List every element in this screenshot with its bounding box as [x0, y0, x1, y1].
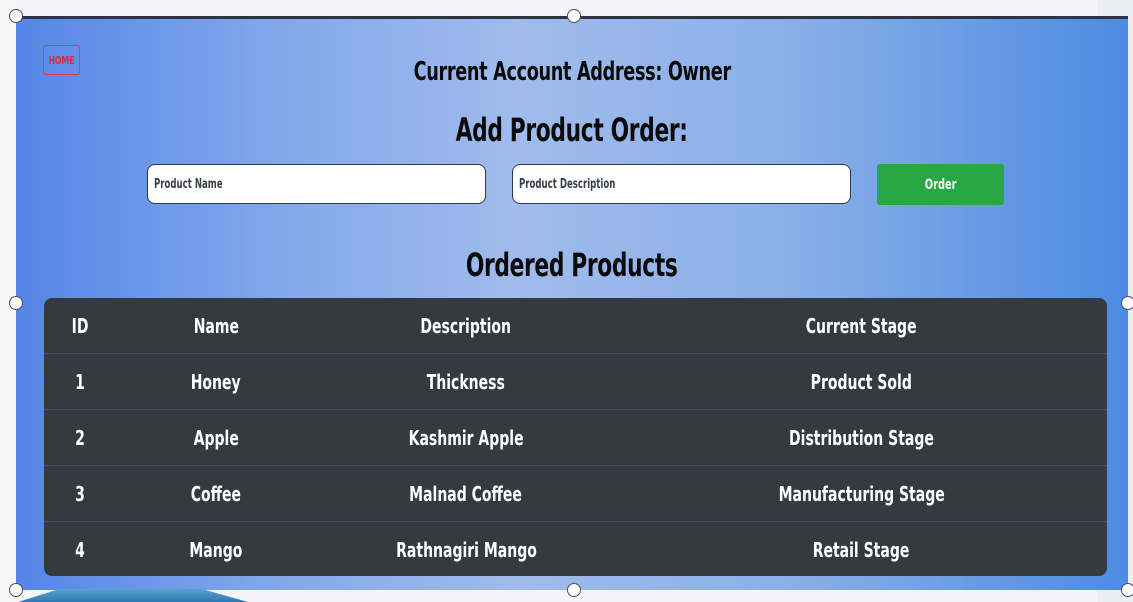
cell-name: Honey: [116, 353, 316, 410]
cell-description-text: Malnad Coffee: [409, 481, 523, 506]
product-description-placeholder: Product Description: [519, 176, 616, 192]
ordered-products-heading-text: Ordered Products: [466, 246, 678, 284]
cell-id: 4: [44, 522, 116, 577]
cell-description: Rathnagiri Mango: [316, 522, 616, 577]
column-header-name: Name: [116, 298, 316, 354]
account-heading: Current Account Address: Owner: [16, 57, 1128, 87]
cell-stage-text: Product Sold: [810, 369, 913, 394]
cell-id-text: 1: [75, 369, 85, 394]
cell-description: Malnad Coffee: [316, 465, 616, 522]
ordered-products-table: ID Name Description Current Stage 1 Hone…: [44, 298, 1107, 576]
slide-frame[interactable]: HOME Current Account Address: Owner Add …: [16, 16, 1128, 590]
editor-canvas: HOME Current Account Address: Owner Add …: [0, 0, 1133, 602]
column-header-description: Description: [316, 298, 616, 354]
cell-name-text: Coffee: [190, 481, 242, 506]
cell-name: Mango: [116, 522, 316, 577]
table-row: 1 Honey Thickness Product Sold: [44, 353, 1107, 410]
product-name-placeholder: Product Name: [154, 176, 223, 192]
cell-description-text: Kashmir Apple: [408, 425, 524, 450]
cell-stage-text: Distribution Stage: [789, 425, 934, 450]
cell-description-text: Thickness: [426, 369, 506, 394]
column-header-id-label: ID: [71, 313, 89, 338]
cell-id: 2: [44, 409, 116, 466]
cell-id: 3: [44, 465, 116, 522]
cell-name-text: Mango: [189, 537, 243, 562]
cell-description: Thickness: [316, 353, 616, 410]
product-name-input[interactable]: Product Name: [147, 164, 486, 204]
order-button-label: Order: [924, 176, 957, 193]
cell-stage-text: Retail Stage: [813, 537, 910, 562]
table-row: 2 Apple Kashmir Apple Distribution Stage: [44, 409, 1107, 466]
cell-description-text: Rathnagiri Mango: [395, 537, 537, 562]
table-header-row: ID Name Description Current Stage: [44, 298, 1107, 354]
ordered-products-heading: Ordered Products: [16, 246, 1128, 284]
table-row: 4 Mango Rathnagiri Mango Retail Stage: [44, 522, 1107, 577]
add-product-heading: Add Product Order:: [16, 111, 1128, 149]
cell-name: Coffee: [116, 465, 316, 522]
resize-handle-bottom-center[interactable]: [567, 583, 581, 597]
decorative-corner-shape: [18, 589, 248, 602]
column-header-description-label: Description: [420, 313, 512, 338]
cell-id: 1: [44, 353, 116, 410]
cell-name: Apple: [116, 409, 316, 466]
resize-handle-middle-left[interactable]: [9, 296, 23, 310]
cell-stage: Manufacturing Stage: [616, 465, 1107, 522]
resize-handle-middle-right[interactable]: [1121, 296, 1133, 310]
account-heading-text: Current Account Address: Owner: [413, 57, 731, 87]
resize-handle-bottom-left[interactable]: [9, 583, 23, 597]
resize-handle-top-center[interactable]: [567, 9, 581, 23]
resize-handle-top-left[interactable]: [9, 9, 23, 23]
column-header-current-stage-label: Current Stage: [806, 313, 917, 338]
column-header-current-stage: Current Stage: [616, 298, 1107, 354]
cell-id-text: 4: [75, 537, 85, 562]
add-product-heading-text: Add Product Order:: [455, 111, 689, 149]
cell-stage: Distribution Stage: [616, 409, 1107, 466]
cell-stage: Retail Stage: [616, 522, 1107, 577]
column-header-id: ID: [44, 298, 116, 354]
product-description-input[interactable]: Product Description: [512, 164, 851, 204]
products-table: ID Name Description Current Stage 1 Hone…: [44, 298, 1107, 576]
cell-stage: Product Sold: [616, 353, 1107, 410]
order-button[interactable]: Order: [877, 164, 1004, 205]
cell-stage-text: Manufacturing Stage: [778, 481, 945, 506]
cell-name-text: Honey: [191, 369, 241, 394]
cell-name-text: Apple: [193, 425, 239, 450]
cell-id-text: 2: [75, 425, 85, 450]
column-header-name-label: Name: [193, 313, 239, 338]
resize-handle-bottom-right[interactable]: [1121, 583, 1133, 597]
cell-id-text: 3: [75, 481, 85, 506]
cell-description: Kashmir Apple: [316, 409, 616, 466]
table-row: 3 Coffee Malnad Coffee Manufacturing Sta…: [44, 465, 1107, 522]
